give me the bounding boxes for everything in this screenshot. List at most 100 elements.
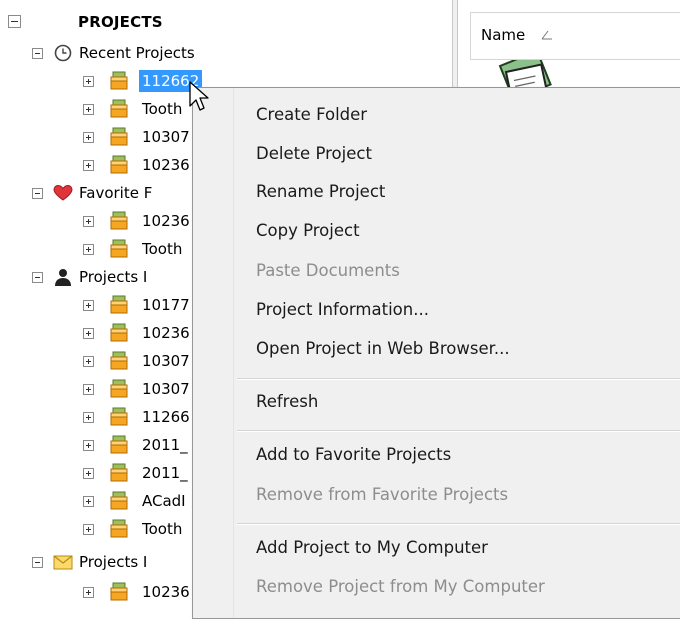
expand-toggle[interactable] [83, 300, 94, 311]
tree-item-label: 10307 [142, 352, 190, 370]
tree-item-label: 10177 [142, 296, 190, 314]
project-folder-icon [110, 127, 128, 146]
menu-separator [237, 523, 680, 525]
tree-item-label: 2011_ [142, 464, 188, 482]
expand-toggle[interactable] [83, 244, 94, 255]
collapse-toggle[interactable] [8, 15, 21, 28]
menu-item-remove-favorite: Remove from Favorite Projects [256, 485, 509, 504]
column-header-label: Name [481, 26, 526, 44]
project-folder-icon [110, 211, 128, 230]
tree-item[interactable]: 10177 [0, 294, 220, 316]
menu-item-copy-project[interactable]: Copy Project [256, 219, 360, 243]
project-folder-icon [110, 351, 128, 370]
tree-item-label: 10307 [142, 128, 190, 146]
tree-item-label: 10307 [142, 380, 190, 398]
tree-group-label: Projects I [79, 553, 148, 571]
menu-item-add-favorite[interactable]: Add to Favorite Projects [256, 443, 451, 467]
menu-item-refresh[interactable]: Refresh [256, 390, 318, 414]
menu-icon-gutter [193, 88, 234, 618]
menu-item-rename-project[interactable]: Rename Project [256, 180, 385, 204]
tree-group-label: Recent Projects [79, 44, 195, 62]
project-folder-icon [110, 463, 128, 482]
tree-item-label: 10236 [142, 156, 190, 174]
expand-toggle[interactable] [83, 440, 94, 451]
expand-toggle[interactable] [83, 496, 94, 507]
tree-root-label: PROJECTS [78, 13, 163, 31]
clock-icon [54, 44, 72, 62]
tree-item[interactable]: 2011_ [0, 434, 220, 456]
mouse-cursor-icon [189, 81, 209, 111]
expand-toggle[interactable] [83, 468, 94, 479]
tree-item[interactable]: Tooth [0, 518, 220, 540]
tree-item-label: Tooth [142, 240, 183, 258]
tree-item[interactable]: Tooth [0, 238, 220, 260]
context-menu[interactable]: Create Folder Delete Project Rename Proj… [192, 87, 680, 619]
tree-item[interactable]: 10236 [0, 581, 220, 603]
sort-ascending-icon [541, 30, 552, 40]
tree-item[interactable]: 10236 [0, 210, 220, 232]
tree-item-label: 10236 [142, 212, 190, 230]
tree-item[interactable]: 11266 [0, 406, 220, 428]
tree-item[interactable]: 2011_ [0, 462, 220, 484]
collapse-toggle[interactable] [32, 48, 43, 59]
tree-item-label: Tooth [142, 100, 183, 118]
tree-item[interactable]: 10307 [0, 126, 220, 148]
expand-toggle[interactable] [83, 328, 94, 339]
project-folder-icon [110, 519, 128, 538]
tree-item-label: 2011_ [142, 436, 188, 454]
expand-toggle[interactable] [83, 160, 94, 171]
collapse-toggle[interactable] [32, 557, 43, 568]
tree-item[interactable]: 10236 [0, 154, 220, 176]
expand-toggle[interactable] [83, 412, 94, 423]
menu-item-open-in-web-browser[interactable]: Open Project in Web Browser... [256, 337, 510, 361]
project-folder-icon [110, 295, 128, 314]
expand-toggle[interactable] [83, 587, 94, 598]
project-folder-icon [110, 323, 128, 342]
tree-item-label: 10236 [142, 583, 190, 601]
menu-separator [237, 378, 680, 380]
tree-item[interactable]: 10307 [0, 378, 220, 400]
menu-separator [237, 430, 680, 432]
project-folder-icon [110, 491, 128, 510]
tree-root[interactable]: PROJECTS [0, 11, 300, 33]
project-folder-icon [110, 239, 128, 258]
expand-toggle[interactable] [83, 524, 94, 535]
tree-item[interactable]: 112662 [0, 70, 220, 92]
expand-toggle[interactable] [83, 384, 94, 395]
collapse-toggle[interactable] [32, 188, 43, 199]
envelope-icon [53, 555, 73, 570]
project-folder-icon [110, 407, 128, 426]
tree-item[interactable]: Tooth [0, 98, 220, 120]
menu-item-add-to-my-computer[interactable]: Add Project to My Computer [256, 536, 488, 560]
tree-group-label: Projects I [79, 268, 148, 286]
expand-toggle[interactable] [83, 104, 94, 115]
project-folder-icon [110, 435, 128, 454]
collapse-toggle[interactable] [32, 272, 43, 283]
menu-item-paste-documents: Paste Documents [256, 261, 400, 280]
tree-group-recent[interactable]: Recent Projects [0, 42, 300, 64]
tree-group-label: Favorite F [79, 184, 153, 202]
tree-item[interactable]: 10236 [0, 322, 220, 344]
tree-item-label: 11266 [142, 408, 190, 426]
project-folder-icon [110, 582, 128, 601]
tree-item[interactable]: ACadI [0, 490, 220, 512]
column-header-name[interactable]: Name [470, 12, 680, 60]
tree-item-label: ACadI [142, 492, 186, 510]
project-folder-icon [110, 71, 128, 90]
expand-toggle[interactable] [83, 132, 94, 143]
menu-item-create-folder[interactable]: Create Folder [256, 103, 367, 127]
menu-item-delete-project[interactable]: Delete Project [256, 142, 372, 166]
tree-item[interactable]: 10307 [0, 350, 220, 372]
expand-toggle[interactable] [83, 76, 94, 87]
person-icon [55, 269, 71, 286]
project-folder-icon [110, 379, 128, 398]
menu-item-project-information[interactable]: Project Information... [256, 298, 429, 322]
heart-icon [53, 184, 73, 201]
expand-toggle[interactable] [83, 356, 94, 367]
project-folder-icon [110, 99, 128, 118]
expand-toggle[interactable] [83, 216, 94, 227]
project-folder-icon [110, 155, 128, 174]
menu-item-remove-from-my-computer: Remove Project from My Computer [256, 577, 545, 596]
tree-item-label: Tooth [142, 520, 183, 538]
tree-item-label: 10236 [142, 324, 190, 342]
